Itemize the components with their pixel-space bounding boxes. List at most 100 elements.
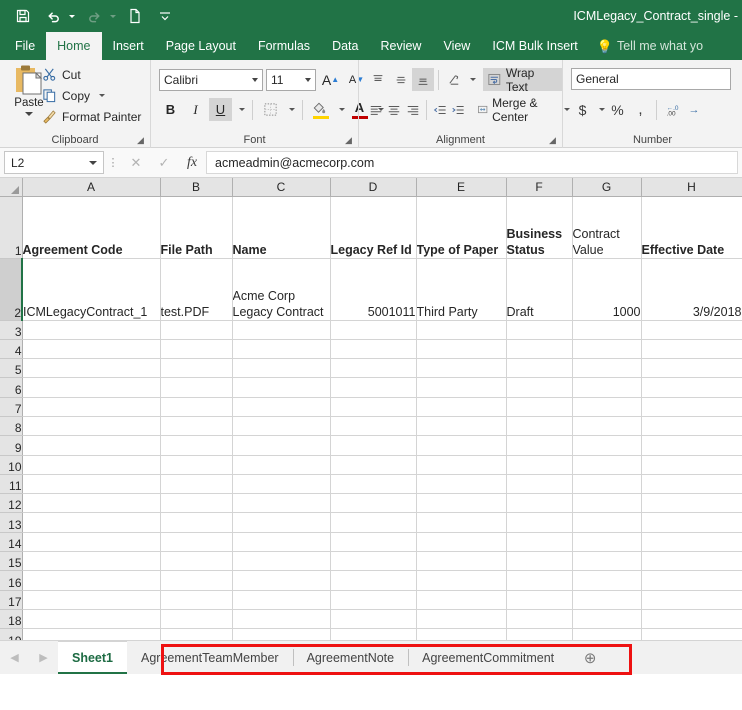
- fill-color-dropdown-caret[interactable]: [334, 98, 346, 121]
- select-all-corner[interactable]: [0, 178, 22, 196]
- cell-a8[interactable]: [22, 416, 160, 435]
- cell-d7[interactable]: [330, 397, 416, 416]
- confirm-formula-button[interactable]: ✓: [150, 151, 178, 175]
- cell-h19[interactable]: [641, 629, 742, 640]
- cell-h4[interactable]: [641, 339, 742, 358]
- tab-home[interactable]: Home: [46, 32, 101, 60]
- new-icon[interactable]: [120, 2, 150, 30]
- add-sheet-button[interactable]: ⊕: [568, 641, 612, 674]
- cell-a10[interactable]: [22, 455, 160, 474]
- cell-f6[interactable]: [506, 378, 572, 397]
- borders-button[interactable]: [259, 98, 282, 121]
- cell-e7[interactable]: [416, 397, 506, 416]
- cell-h6[interactable]: [641, 378, 742, 397]
- cell-g5[interactable]: [572, 359, 641, 378]
- cell-g12[interactable]: [572, 494, 641, 513]
- cell-g8[interactable]: [572, 416, 641, 435]
- cell-f11[interactable]: [506, 474, 572, 493]
- cell-g13[interactable]: [572, 513, 641, 532]
- cell-b18[interactable]: [160, 609, 232, 628]
- redo-icon[interactable]: [79, 2, 109, 30]
- cell-d19[interactable]: [330, 629, 416, 640]
- cell-f17[interactable]: [506, 590, 572, 609]
- decrease-indent-button[interactable]: [430, 98, 448, 121]
- font-size-combo[interactable]: 11: [266, 69, 316, 91]
- cell-b14[interactable]: [160, 532, 232, 551]
- cell-e4[interactable]: [416, 339, 506, 358]
- name-box-caret-icon[interactable]: [89, 161, 97, 165]
- underline-button[interactable]: U: [209, 98, 232, 121]
- cell-g17[interactable]: [572, 590, 641, 609]
- cell-e3[interactable]: [416, 320, 506, 339]
- tab-formulas[interactable]: Formulas: [247, 32, 321, 60]
- cell-d18[interactable]: [330, 609, 416, 628]
- cell-h10[interactable]: [641, 455, 742, 474]
- cell-d16[interactable]: [330, 571, 416, 590]
- number-format-combo[interactable]: General: [571, 68, 731, 90]
- cell-e10[interactable]: [416, 455, 506, 474]
- cell-c15[interactable]: [232, 552, 330, 571]
- cell-h9[interactable]: [641, 436, 742, 455]
- cell-b5[interactable]: [160, 359, 232, 378]
- cell-g10[interactable]: [572, 455, 641, 474]
- cell-a2[interactable]: ICMLegacyContract_1: [22, 258, 160, 320]
- decrease-decimal-button[interactable]: →: [687, 98, 701, 121]
- column-header-g[interactable]: G: [572, 178, 641, 196]
- cell-d6[interactable]: [330, 378, 416, 397]
- cell-h15[interactable]: [641, 552, 742, 571]
- borders-dropdown-caret[interactable]: [284, 98, 296, 121]
- column-header-h[interactable]: H: [641, 178, 742, 196]
- tab-review[interactable]: Review: [369, 32, 432, 60]
- cell-a11[interactable]: [22, 474, 160, 493]
- cell-f14[interactable]: [506, 532, 572, 551]
- cell-e6[interactable]: [416, 378, 506, 397]
- cell-e15[interactable]: [416, 552, 506, 571]
- cell-g9[interactable]: [572, 436, 641, 455]
- cell-f10[interactable]: [506, 455, 572, 474]
- increase-decimal-button[interactable]: ←.0 .00: [661, 98, 687, 121]
- cell-h16[interactable]: [641, 571, 742, 590]
- cell-g15[interactable]: [572, 552, 641, 571]
- cell-e9[interactable]: [416, 436, 506, 455]
- format-painter-button[interactable]: Format Painter: [42, 106, 141, 127]
- cell-c11[interactable]: [232, 474, 330, 493]
- align-top-button[interactable]: [367, 68, 389, 91]
- cell-f8[interactable]: [506, 416, 572, 435]
- cell-b7[interactable]: [160, 397, 232, 416]
- cell-f2[interactable]: Draft: [506, 258, 572, 320]
- cell-d9[interactable]: [330, 436, 416, 455]
- comma-style-button[interactable]: ,: [629, 98, 652, 121]
- merge-center-button[interactable]: Merge & Center: [473, 98, 574, 121]
- paste-dropdown-caret[interactable]: [25, 112, 33, 116]
- currency-dropdown-caret[interactable]: [594, 98, 606, 121]
- cell-b2[interactable]: test.PDF: [160, 258, 232, 320]
- cell-d4[interactable]: [330, 339, 416, 358]
- align-middle-button[interactable]: [389, 68, 411, 91]
- cell-a1[interactable]: Agreement Code: [22, 196, 160, 258]
- cell-d3[interactable]: [330, 320, 416, 339]
- tab-view[interactable]: View: [432, 32, 481, 60]
- cell-e12[interactable]: [416, 494, 506, 513]
- cell-h8[interactable]: [641, 416, 742, 435]
- cell-b17[interactable]: [160, 590, 232, 609]
- tab-insert[interactable]: Insert: [102, 32, 155, 60]
- cell-f12[interactable]: [506, 494, 572, 513]
- column-header-b[interactable]: B: [160, 178, 232, 196]
- row-header-15[interactable]: 15: [0, 552, 22, 571]
- font-size-caret[interactable]: [305, 78, 311, 82]
- copy-button[interactable]: Copy: [42, 85, 141, 106]
- tab-icm-bulk-insert[interactable]: ICM Bulk Insert: [481, 32, 588, 60]
- align-bottom-button[interactable]: [412, 68, 434, 91]
- cell-e13[interactable]: [416, 513, 506, 532]
- fill-color-button[interactable]: [309, 98, 332, 121]
- cell-b11[interactable]: [160, 474, 232, 493]
- cell-b15[interactable]: [160, 552, 232, 571]
- cell-b13[interactable]: [160, 513, 232, 532]
- bold-button[interactable]: B: [159, 98, 182, 121]
- sheet-tab-agreementnote[interactable]: AgreementNote: [293, 641, 409, 674]
- cell-d12[interactable]: [330, 494, 416, 513]
- cell-a15[interactable]: [22, 552, 160, 571]
- cell-c9[interactable]: [232, 436, 330, 455]
- insert-function-button[interactable]: fx: [178, 151, 206, 175]
- row-header-10[interactable]: 10: [0, 455, 22, 474]
